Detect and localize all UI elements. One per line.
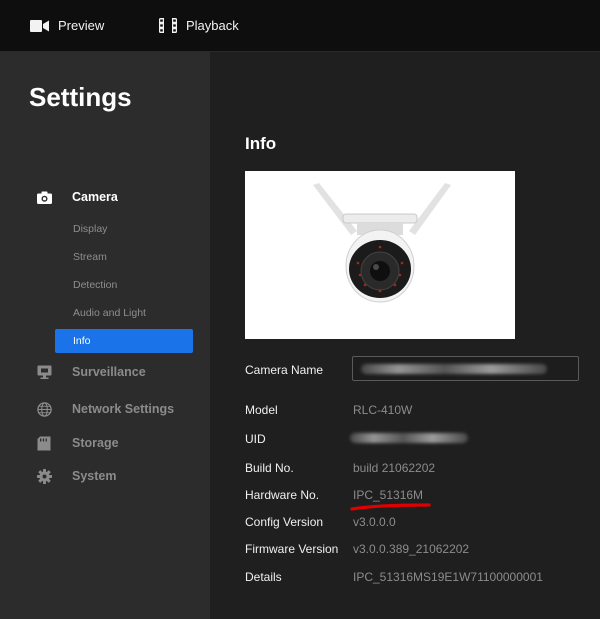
info-title: Info (245, 134, 277, 153)
model-label: Model (245, 403, 278, 417)
camera-product-image (245, 171, 515, 339)
details-value: IPC_51316MS19E1W71100000001 (353, 570, 543, 584)
sidebar-group-label: Storage (72, 436, 119, 450)
build-no-value: build 21062202 (353, 461, 436, 475)
globe-icon (36, 401, 52, 417)
video-camera-icon (30, 19, 49, 32)
sidebar-item-stream[interactable]: Stream (55, 245, 193, 269)
storage-icon (36, 435, 52, 451)
uid-label: UID (245, 432, 266, 446)
sidebar-item-audio-and-light[interactable]: Audio and Light (55, 301, 193, 325)
camera-icon (36, 189, 52, 205)
sidebar-group-label: Camera (72, 190, 118, 204)
hardware-no-label: Hardware No. (245, 488, 320, 502)
red-underline-annotation (350, 503, 431, 511)
sidebar-group-surveillance[interactable]: Surveillance (36, 364, 146, 380)
film-strip-icon (159, 18, 177, 33)
playback-tab-label: Playback (186, 18, 239, 33)
camera-name-label: Camera Name (245, 363, 324, 377)
preview-tab[interactable]: Preview (30, 0, 104, 51)
sidebar-group-camera[interactable]: Camera (36, 189, 118, 205)
settings-title: Settings (29, 82, 132, 112)
sidebar-group-network-settings[interactable]: Network Settings (36, 401, 174, 417)
sidebar-group-label: System (72, 469, 117, 483)
sidebar-item-display[interactable]: Display (55, 217, 193, 241)
sidebar-item-detection[interactable]: Detection (55, 273, 193, 297)
monitor-icon (36, 364, 52, 380)
details-label: Details (245, 570, 282, 584)
config-version-label: Config Version (245, 515, 324, 529)
sidebar-group-label: Surveillance (72, 365, 146, 379)
gear-icon (36, 468, 52, 484)
config-version-value: v3.0.0.0 (353, 515, 396, 529)
sidebar-group-storage[interactable]: Storage (36, 435, 119, 451)
hardware-no-value: IPC_51316M (353, 488, 424, 502)
top-navigation-bar: Preview Playback (0, 0, 600, 52)
sidebar-item-info[interactable]: Info (55, 329, 193, 353)
model-value: RLC-410W (353, 403, 413, 417)
redacted-uid (350, 433, 468, 443)
firmware-version-label: Firmware Version (245, 542, 339, 556)
camera-name-input[interactable] (352, 356, 579, 381)
sidebar-group-label: Network Settings (72, 402, 175, 416)
preview-tab-label: Preview (58, 18, 105, 33)
playback-tab[interactable]: Playback (159, 0, 239, 51)
sidebar-group-system[interactable]: System (36, 468, 116, 484)
firmware-version-value: v3.0.0.389_21062202 (353, 542, 470, 556)
redacted-camera-name (361, 364, 547, 374)
build-no-label: Build No. (245, 461, 294, 475)
